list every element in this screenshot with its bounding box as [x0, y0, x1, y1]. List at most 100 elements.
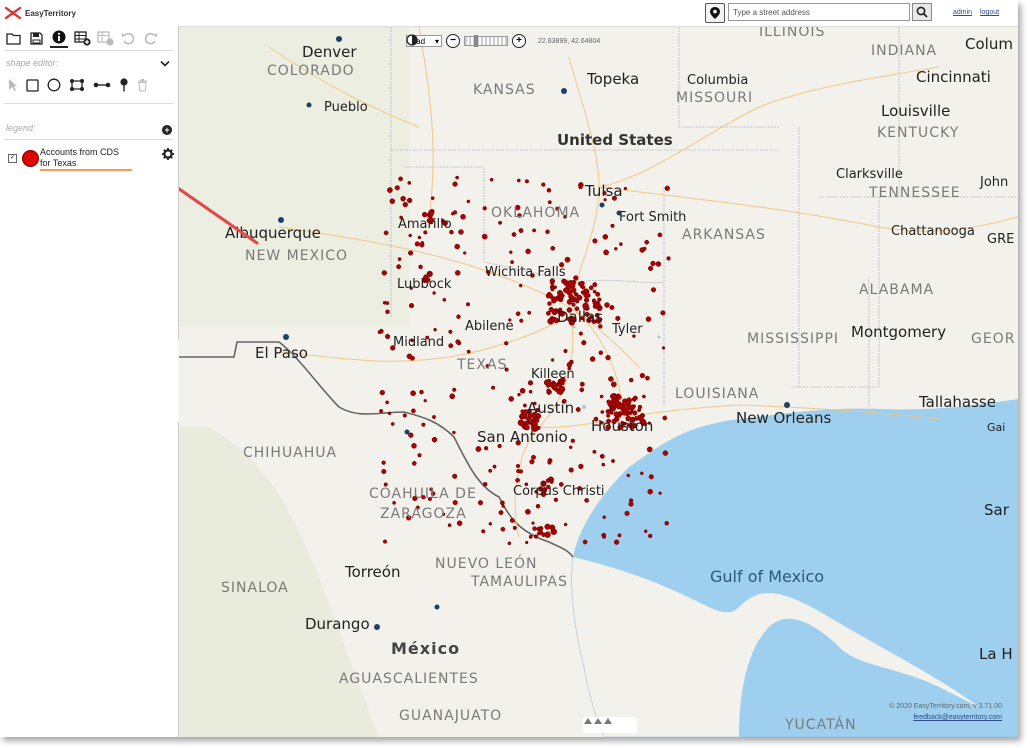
account-marker[interactable] [390, 422, 395, 426]
account-marker[interactable] [515, 311, 521, 317]
account-marker[interactable] [560, 293, 565, 298]
add-table-button[interactable] [73, 29, 91, 47]
account-marker[interactable] [646, 446, 653, 453]
map-view[interactable]: ILLINOIS INDIANA Colum Denver COLORADO T… [179, 27, 1018, 737]
account-marker[interactable] [550, 280, 555, 286]
account-marker[interactable] [428, 209, 435, 216]
account-marker[interactable] [411, 461, 417, 466]
add-legend-button[interactable]: + [162, 125, 172, 135]
account-marker[interactable] [538, 526, 544, 531]
account-marker[interactable] [595, 302, 601, 308]
account-marker[interactable] [528, 389, 533, 394]
account-marker[interactable] [628, 377, 634, 383]
account-marker[interactable] [546, 388, 551, 393]
account-marker[interactable] [481, 529, 486, 534]
account-marker[interactable] [458, 229, 464, 235]
account-marker[interactable] [525, 248, 531, 255]
account-marker[interactable] [409, 355, 415, 361]
account-marker[interactable] [507, 541, 512, 546]
account-marker[interactable] [548, 306, 554, 312]
account-marker[interactable] [417, 235, 422, 240]
account-marker[interactable] [411, 443, 417, 449]
account-marker[interactable] [605, 354, 611, 361]
account-marker[interactable] [610, 223, 615, 228]
account-marker[interactable] [581, 340, 587, 346]
account-marker[interactable] [578, 463, 584, 470]
account-marker[interactable] [578, 184, 583, 190]
account-marker[interactable] [632, 404, 636, 409]
account-marker[interactable] [463, 251, 467, 255]
account-marker[interactable] [515, 477, 520, 483]
circle-icon[interactable] [47, 78, 61, 92]
account-marker[interactable] [448, 343, 454, 349]
account-marker[interactable] [545, 478, 551, 483]
account-marker[interactable] [550, 287, 555, 292]
locate-button[interactable] [705, 3, 725, 23]
zoom-in-button[interactable]: + [512, 34, 526, 48]
account-marker[interactable] [535, 503, 541, 509]
account-marker[interactable] [402, 413, 407, 418]
account-marker[interactable] [516, 178, 521, 183]
account-marker[interactable] [615, 403, 622, 410]
account-marker[interactable] [379, 389, 385, 396]
account-marker[interactable] [482, 206, 487, 211]
account-marker[interactable] [613, 539, 620, 545]
account-marker[interactable] [545, 310, 551, 316]
account-marker[interactable] [648, 474, 654, 480]
account-marker[interactable] [575, 407, 581, 412]
admin-link[interactable]: admin [953, 9, 972, 16]
account-marker[interactable] [599, 453, 605, 459]
account-marker[interactable] [449, 393, 456, 400]
account-marker[interactable] [528, 534, 533, 539]
account-marker[interactable] [592, 282, 598, 288]
account-marker[interactable] [604, 302, 610, 308]
account-marker[interactable] [452, 181, 458, 187]
account-marker[interactable] [452, 430, 456, 435]
chevron-down-icon[interactable] [160, 60, 170, 68]
account-marker[interactable] [408, 233, 412, 238]
account-marker[interactable] [381, 460, 386, 465]
account-marker[interactable] [385, 333, 391, 340]
account-marker[interactable] [609, 401, 615, 407]
account-marker[interactable] [609, 305, 615, 310]
account-marker[interactable] [563, 348, 568, 354]
account-marker[interactable] [642, 394, 646, 399]
account-marker[interactable] [602, 234, 609, 240]
account-marker[interactable] [456, 314, 461, 319]
account-marker[interactable] [583, 291, 590, 299]
account-marker[interactable] [581, 285, 586, 290]
account-marker[interactable] [394, 185, 400, 191]
account-marker[interactable] [547, 301, 552, 306]
account-marker[interactable] [570, 438, 575, 443]
account-marker[interactable] [664, 520, 669, 526]
account-marker[interactable] [626, 473, 631, 478]
gear-icon[interactable] [162, 148, 174, 160]
account-marker[interactable] [582, 539, 588, 545]
account-marker[interactable] [498, 510, 504, 516]
account-marker[interactable] [498, 220, 503, 225]
account-marker[interactable] [527, 310, 532, 315]
account-marker[interactable] [623, 186, 628, 191]
account-marker[interactable] [564, 256, 571, 263]
account-marker[interactable] [520, 409, 525, 414]
account-marker[interactable] [525, 508, 531, 515]
account-marker[interactable] [448, 329, 453, 334]
account-marker[interactable] [601, 462, 606, 467]
account-marker[interactable] [400, 195, 406, 202]
account-marker[interactable] [492, 464, 497, 469]
account-marker[interactable] [387, 187, 393, 193]
account-marker[interactable] [411, 408, 416, 414]
account-marker[interactable] [396, 264, 402, 270]
save-button[interactable] [27, 29, 45, 47]
account-marker[interactable] [421, 422, 426, 427]
account-marker[interactable] [648, 533, 653, 539]
account-marker[interactable] [592, 289, 597, 294]
account-marker[interactable] [600, 410, 605, 414]
account-marker[interactable] [598, 350, 604, 355]
address-search-input[interactable] [728, 3, 910, 21]
account-marker[interactable] [515, 463, 521, 469]
account-marker[interactable] [648, 265, 654, 271]
account-marker[interactable] [377, 330, 382, 335]
account-marker[interactable] [516, 469, 521, 474]
account-marker[interactable] [385, 309, 390, 315]
